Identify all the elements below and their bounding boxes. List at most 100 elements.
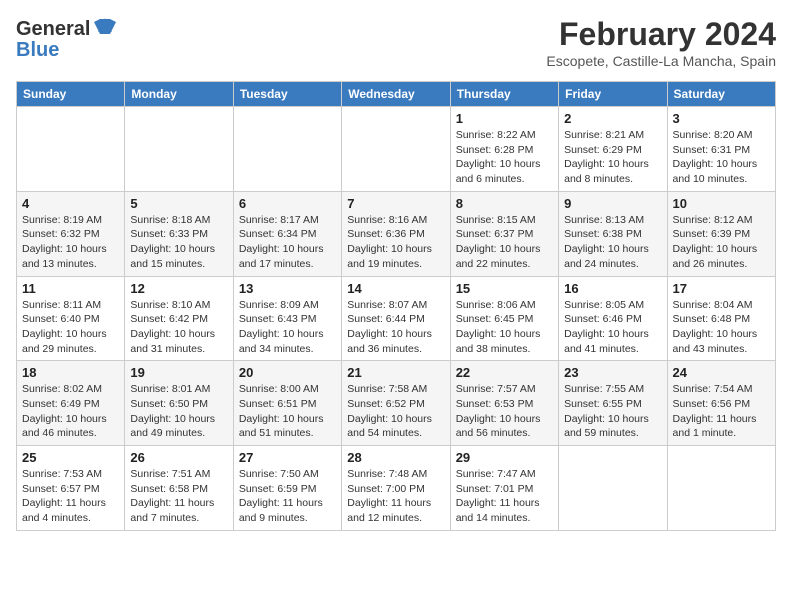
- day-number: 5: [130, 196, 227, 211]
- day-info: Sunrise: 8:00 AMSunset: 6:51 PMDaylight:…: [239, 382, 336, 441]
- table-row: 9Sunrise: 8:13 AMSunset: 6:38 PMDaylight…: [559, 191, 667, 276]
- table-row: 27 Sunrise: 7:50 AMSunset: 6:59 PMDayligh…: [233, 446, 341, 531]
- calendar-table: Sunday Monday Tuesday Wednesday Thursday…: [16, 81, 776, 531]
- logo: General Blue: [16, 16, 116, 62]
- page-header: General Blue February 2024 Escopete, Cas…: [16, 16, 776, 69]
- calendar-week-row: 25Sunrise: 7:53 AMSunset: 6:57 PMDayligh…: [17, 446, 776, 531]
- day-number: 8: [456, 196, 553, 211]
- day-number: 2: [564, 111, 661, 126]
- table-row: 3 Sunrise: 8:20 AMSunset: 6:31 PMDaylight…: [667, 107, 775, 192]
- day-number: 27: [239, 450, 336, 465]
- day-number: 13: [239, 281, 336, 296]
- day-info: Sunrise: 7:48 AMSunset: 7:00 PMDaylight:…: [347, 467, 444, 526]
- header-wednesday: Wednesday: [342, 82, 450, 107]
- table-row: 6 Sunrise: 8:17 AMSunset: 6:34 PMDaylight…: [233, 191, 341, 276]
- location: Escopete, Castille-La Mancha, Spain: [546, 53, 776, 69]
- day-number: 26: [130, 450, 227, 465]
- table-row: 22 Sunrise: 7:57 AMSunset: 6:53 PMDayligh…: [450, 361, 558, 446]
- table-row: 1 Sunrise: 8:22 AMSunset: 6:28 PMDaylight…: [450, 107, 558, 192]
- logo-icon: [94, 16, 116, 43]
- day-number: 11: [22, 281, 119, 296]
- day-info: Sunrise: 7:55 AMSunset: 6:55 PMDaylight:…: [564, 382, 661, 441]
- header-sunday: Sunday: [17, 82, 125, 107]
- day-number: 28: [347, 450, 444, 465]
- header-thursday: Thursday: [450, 82, 558, 107]
- table-row: [125, 107, 233, 192]
- table-row: 12 Sunrise: 8:10 AMSunset: 6:42 PMDayligh…: [125, 276, 233, 361]
- logo-blue-text: Blue: [16, 39, 59, 62]
- table-row: 11 Sunrise: 8:11 AMSunset: 6:40 PMDayligh…: [17, 276, 125, 361]
- day-number: 10: [673, 196, 770, 211]
- day-info: Sunrise: 8:21 AMSunset: 6:29 PMDaylight:…: [564, 128, 661, 187]
- table-row: [559, 446, 667, 531]
- day-number: 3: [673, 111, 770, 126]
- day-info: Sunrise: 8:19 AMSunset: 6:32 PMDaylight:…: [22, 213, 119, 272]
- day-info: Sunrise: 7:51 AMSunset: 6:58 PMDaylight:…: [130, 467, 227, 526]
- calendar-week-row: 18 Sunrise: 8:02 AMSunset: 6:49 PMDayligh…: [17, 361, 776, 446]
- day-info: Sunrise: 8:22 AMSunset: 6:28 PMDaylight:…: [456, 128, 553, 187]
- day-number: 15: [456, 281, 553, 296]
- table-row: 7Sunrise: 8:16 AMSunset: 6:36 PMDaylight…: [342, 191, 450, 276]
- day-info: Sunrise: 8:01 AMSunset: 6:50 PMDaylight:…: [130, 382, 227, 441]
- calendar-week-row: 11 Sunrise: 8:11 AMSunset: 6:40 PMDayligh…: [17, 276, 776, 361]
- day-info: Sunrise: 7:54 AMSunset: 6:56 PMDaylight:…: [673, 382, 770, 441]
- table-row: [17, 107, 125, 192]
- day-number: 1: [456, 111, 553, 126]
- table-row: 21 Sunrise: 7:58 AMSunset: 6:52 PMDayligh…: [342, 361, 450, 446]
- day-info: Sunrise: 8:05 AMSunset: 6:46 PMDaylight:…: [564, 298, 661, 357]
- day-info: Sunrise: 8:18 AMSunset: 6:33 PMDaylight:…: [130, 213, 227, 272]
- calendar-header-row: Sunday Monday Tuesday Wednesday Thursday…: [17, 82, 776, 107]
- day-number: 29: [456, 450, 553, 465]
- day-number: 19: [130, 365, 227, 380]
- day-info: Sunrise: 8:20 AMSunset: 6:31 PMDaylight:…: [673, 128, 770, 187]
- table-row: 15 Sunrise: 8:06 AMSunset: 6:45 PMDayligh…: [450, 276, 558, 361]
- table-row: 25Sunrise: 7:53 AMSunset: 6:57 PMDayligh…: [17, 446, 125, 531]
- day-number: 16: [564, 281, 661, 296]
- table-row: 8 Sunrise: 8:15 AMSunset: 6:37 PMDaylight…: [450, 191, 558, 276]
- table-row: 29 Sunrise: 7:47 AMSunset: 7:01 PMDayligh…: [450, 446, 558, 531]
- table-row: 13 Sunrise: 8:09 AMSunset: 6:43 PMDayligh…: [233, 276, 341, 361]
- day-info: Sunrise: 7:47 AMSunset: 7:01 PMDaylight:…: [456, 467, 553, 526]
- table-row: 24Sunrise: 7:54 AMSunset: 6:56 PMDayligh…: [667, 361, 775, 446]
- table-row: 28 Sunrise: 7:48 AMSunset: 7:00 PMDayligh…: [342, 446, 450, 531]
- table-row: 18 Sunrise: 8:02 AMSunset: 6:49 PMDayligh…: [17, 361, 125, 446]
- day-number: 6: [239, 196, 336, 211]
- day-info: Sunrise: 8:04 AMSunset: 6:48 PMDaylight:…: [673, 298, 770, 357]
- day-number: 9: [564, 196, 661, 211]
- day-info: Sunrise: 8:02 AMSunset: 6:49 PMDaylight:…: [22, 382, 119, 441]
- table-row: [233, 107, 341, 192]
- day-info: Sunrise: 8:15 AMSunset: 6:37 PMDaylight:…: [456, 213, 553, 272]
- day-number: 4: [22, 196, 119, 211]
- day-info: Sunrise: 8:06 AMSunset: 6:45 PMDaylight:…: [456, 298, 553, 357]
- table-row: 2 Sunrise: 8:21 AMSunset: 6:29 PMDaylight…: [559, 107, 667, 192]
- day-number: 21: [347, 365, 444, 380]
- day-info: Sunrise: 8:10 AMSunset: 6:42 PMDaylight:…: [130, 298, 227, 357]
- title-area: February 2024 Escopete, Castille-La Manc…: [546, 16, 776, 69]
- day-info: Sunrise: 7:57 AMSunset: 6:53 PMDaylight:…: [456, 382, 553, 441]
- day-info: Sunrise: 7:58 AMSunset: 6:52 PMDaylight:…: [347, 382, 444, 441]
- day-info: Sunrise: 7:50 AMSunset: 6:59 PMDaylight:…: [239, 467, 336, 526]
- table-row: 10 Sunrise: 8:12 AMSunset: 6:39 PMDayligh…: [667, 191, 775, 276]
- day-info: Sunrise: 8:11 AMSunset: 6:40 PMDaylight:…: [22, 298, 119, 357]
- calendar-week-row: 1 Sunrise: 8:22 AMSunset: 6:28 PMDaylight…: [17, 107, 776, 192]
- day-number: 23: [564, 365, 661, 380]
- day-number: 20: [239, 365, 336, 380]
- day-number: 12: [130, 281, 227, 296]
- day-number: 17: [673, 281, 770, 296]
- day-info: Sunrise: 8:17 AMSunset: 6:34 PMDaylight:…: [239, 213, 336, 272]
- day-number: 22: [456, 365, 553, 380]
- table-row: 5 Sunrise: 8:18 AMSunset: 6:33 PMDaylight…: [125, 191, 233, 276]
- month-title: February 2024: [546, 16, 776, 53]
- day-info: Sunrise: 8:09 AMSunset: 6:43 PMDaylight:…: [239, 298, 336, 357]
- day-info: Sunrise: 8:12 AMSunset: 6:39 PMDaylight:…: [673, 213, 770, 272]
- header-friday: Friday: [559, 82, 667, 107]
- day-number: 18: [22, 365, 119, 380]
- day-info: Sunrise: 8:16 AMSunset: 6:36 PMDaylight:…: [347, 213, 444, 272]
- header-monday: Monday: [125, 82, 233, 107]
- table-row: 20 Sunrise: 8:00 AMSunset: 6:51 PMDayligh…: [233, 361, 341, 446]
- day-number: 14: [347, 281, 444, 296]
- table-row: 19 Sunrise: 8:01 AMSunset: 6:50 PMDayligh…: [125, 361, 233, 446]
- table-row: [667, 446, 775, 531]
- table-row: 16 Sunrise: 8:05 AMSunset: 6:46 PMDayligh…: [559, 276, 667, 361]
- table-row: 4 Sunrise: 8:19 AMSunset: 6:32 PMDaylight…: [17, 191, 125, 276]
